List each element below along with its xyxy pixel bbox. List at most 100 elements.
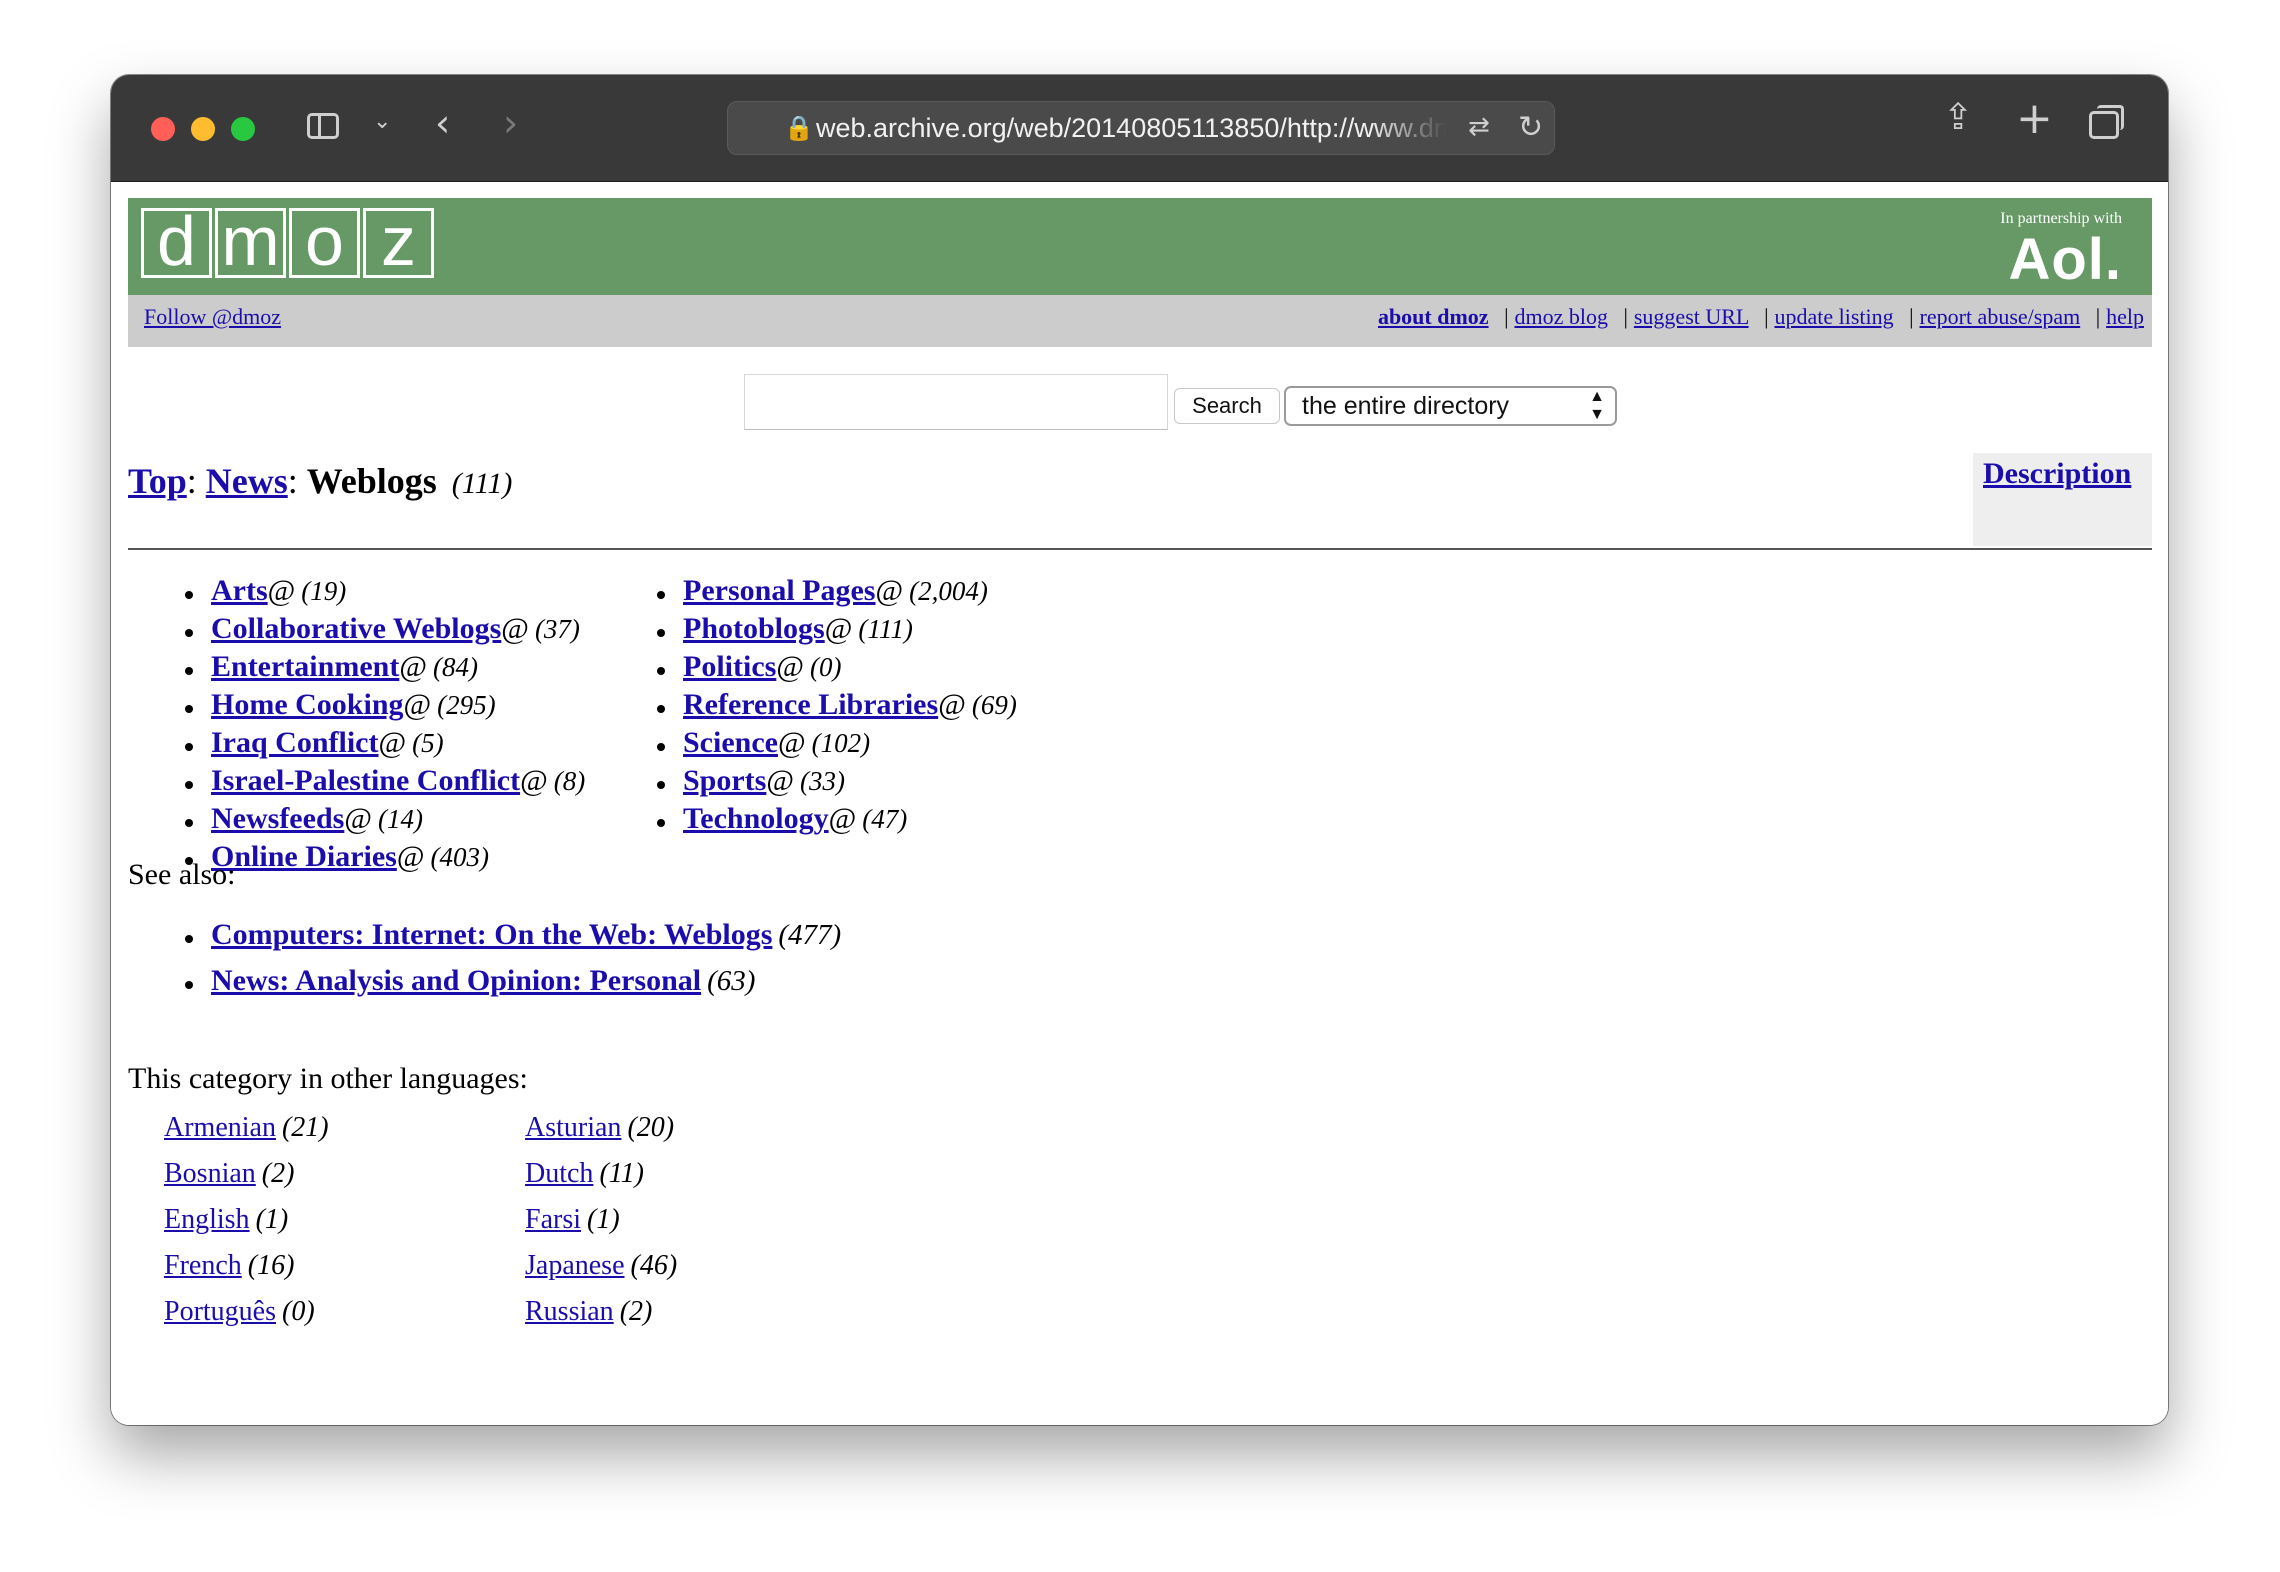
language-link[interactable]: Armenian <box>164 1112 276 1143</box>
language-item: Bosnian (2) <box>164 1158 294 1190</box>
address-bar[interactable]: 🔒 web.archive.org/web/20140805113850/htt… <box>727 101 1555 155</box>
see-also-heading: See also: <box>128 858 236 891</box>
language-item: English (1) <box>164 1204 288 1236</box>
subcategory-link[interactable]: Newsfeeds <box>211 802 344 835</box>
related-category-link[interactable]: News: Analysis and Opinion: Personal <box>211 964 701 997</box>
language-link[interactable]: Bosnian <box>164 1158 256 1189</box>
logo-letter: o <box>289 206 360 278</box>
forward-arrow-icon[interactable]: › <box>503 101 518 145</box>
item-count: (11) <box>599 1158 645 1189</box>
subcategory-link[interactable]: Sports <box>683 764 766 797</box>
language-item: Russian (2) <box>525 1296 652 1328</box>
search-scope-value: the entire directory <box>1302 392 1510 420</box>
description-link[interactable]: Description <box>1983 457 2131 491</box>
logo-letter: d <box>141 206 212 278</box>
symlink-marker: @ <box>875 574 904 607</box>
symlink-marker: @ <box>824 612 853 645</box>
update-listing-link[interactable]: update listing <box>1774 304 1893 329</box>
breadcrumb: Top: News: Weblogs (111) <box>128 460 512 502</box>
search-button[interactable]: Search <box>1174 388 1280 424</box>
dmoz-blog-link[interactable]: dmoz blog <box>1514 304 1608 329</box>
nav-separator: | <box>1623 304 1628 329</box>
item-count: (5) <box>412 728 444 758</box>
item-count: (84) <box>432 652 478 682</box>
item-count: (63) <box>707 965 756 997</box>
report-abuse-link[interactable]: report abuse/spam <box>1920 304 2081 329</box>
subcategory-link[interactable]: Science <box>683 726 778 759</box>
language-link[interactable]: French <box>164 1250 242 1281</box>
language-link[interactable]: Dutch <box>525 1158 593 1189</box>
list-item: Iraq Conflict@ (5) <box>185 726 585 764</box>
language-link[interactable]: Russian <box>525 1296 614 1327</box>
symlink-marker: @ <box>399 650 427 683</box>
language-link[interactable]: Farsi <box>525 1204 581 1235</box>
subcategory-link[interactable]: Iraq Conflict <box>211 726 379 759</box>
help-link[interactable]: help <box>2106 304 2144 329</box>
language-link[interactable]: English <box>164 1204 250 1235</box>
aol-partner-badge[interactable]: In partnership with Aol. <box>2000 210 2122 290</box>
symlink-marker: @ <box>776 650 804 683</box>
breadcrumb-separator: : <box>287 461 298 501</box>
breadcrumb-count: (111) <box>451 467 513 500</box>
subcategory-link[interactable]: Reference Libraries <box>683 688 938 721</box>
dmoz-logo[interactable]: d m o z <box>141 206 434 278</box>
search-scope-select[interactable]: the entire directory ▲ ▼ <box>1284 386 1617 426</box>
breadcrumb-current: Weblogs <box>306 461 437 501</box>
site-nav: Follow @dmoz about dmoz | dmoz blog | sugg… <box>128 295 2152 347</box>
subcategory-list-2: Personal Pages@ (2,004) Photoblogs@ (111) … <box>657 574 1017 840</box>
symlink-marker: @ <box>828 802 857 835</box>
breadcrumb-news-link[interactable]: News <box>206 461 288 501</box>
search-bar: Search the entire directory ▲ ▼ <box>111 374 2168 434</box>
new-tab-icon[interactable]: + <box>2016 93 2053 144</box>
select-arrows-icon: ▲ ▼ <box>1589 388 1605 423</box>
list-item: Online Diaries@ (403) <box>185 840 585 878</box>
lock-icon: 🔒 <box>784 114 814 142</box>
languages-heading: This category in other languages: <box>128 1062 528 1095</box>
symlink-marker: @ <box>520 764 548 797</box>
subcategory-link[interactable]: Personal Pages <box>683 574 875 607</box>
subcategory-link[interactable]: Online Diaries <box>211 840 397 873</box>
item-count: (20) <box>627 1112 675 1143</box>
language-item: Português (0) <box>164 1296 315 1328</box>
subcategory-link[interactable]: Technology <box>683 802 829 835</box>
about-dmoz-link[interactable]: about dmoz <box>1378 304 1489 329</box>
search-input[interactable] <box>744 374 1168 430</box>
share-icon[interactable]: ⇪ <box>1943 97 1973 138</box>
breadcrumb-separator: : <box>186 461 197 501</box>
subcategory-link[interactable]: Israel-Palestine Conflict <box>211 764 520 797</box>
sidebar-toggle-icon[interactable] <box>307 113 339 139</box>
list-item: Home Cooking@ (295) <box>185 688 585 726</box>
breadcrumb-top-link[interactable]: Top <box>128 461 187 501</box>
divider <box>128 548 2152 550</box>
item-count: (16) <box>247 1250 295 1281</box>
subcategory-link[interactable]: Arts <box>211 574 268 607</box>
subcategory-link[interactable]: Entertainment <box>211 650 399 683</box>
language-link[interactable]: Japanese <box>525 1250 625 1281</box>
item-count: (21) <box>281 1112 329 1143</box>
subcategory-link[interactable]: Home Cooking <box>211 688 404 721</box>
item-count: (111) <box>858 614 913 644</box>
follow-dmoz-link[interactable]: Follow @dmoz <box>144 304 281 330</box>
minimize-window-button[interactable] <box>191 117 215 141</box>
translate-icon[interactable]: ⇄ <box>1468 112 1490 142</box>
symlink-marker: @ <box>344 802 372 835</box>
maximize-window-button[interactable] <box>231 117 255 141</box>
suggest-url-link[interactable]: suggest URL <box>1634 304 1749 329</box>
subcategory-link[interactable]: Collaborative Weblogs <box>211 612 501 645</box>
tab-overview-icon[interactable] <box>2089 105 2124 139</box>
subcategory-link[interactable]: Politics <box>683 650 776 683</box>
chevron-down-icon[interactable]: ⌄ <box>373 109 391 134</box>
subcategory-link[interactable]: Photoblogs <box>683 612 825 645</box>
language-item: Armenian (21) <box>164 1112 329 1144</box>
list-item: Entertainment@ (84) <box>185 650 585 688</box>
subcategory-list-1: Arts@ (19) Collaborative Weblogs@ (37) Ent… <box>185 574 585 878</box>
language-link[interactable]: Português <box>164 1296 276 1327</box>
related-category-link[interactable]: Computers: Internet: On the Web: Weblogs <box>211 918 772 951</box>
url-text[interactable]: web.archive.org/web/20140805113850/http:… <box>816 113 1446 144</box>
item-count: (2) <box>619 1296 653 1327</box>
reload-icon[interactable]: ↻ <box>1518 110 1543 145</box>
language-link[interactable]: Asturian <box>525 1112 621 1143</box>
back-arrow-icon[interactable]: ‹ <box>435 101 450 145</box>
close-window-button[interactable] <box>151 117 175 141</box>
item-count: (0) <box>809 652 842 682</box>
